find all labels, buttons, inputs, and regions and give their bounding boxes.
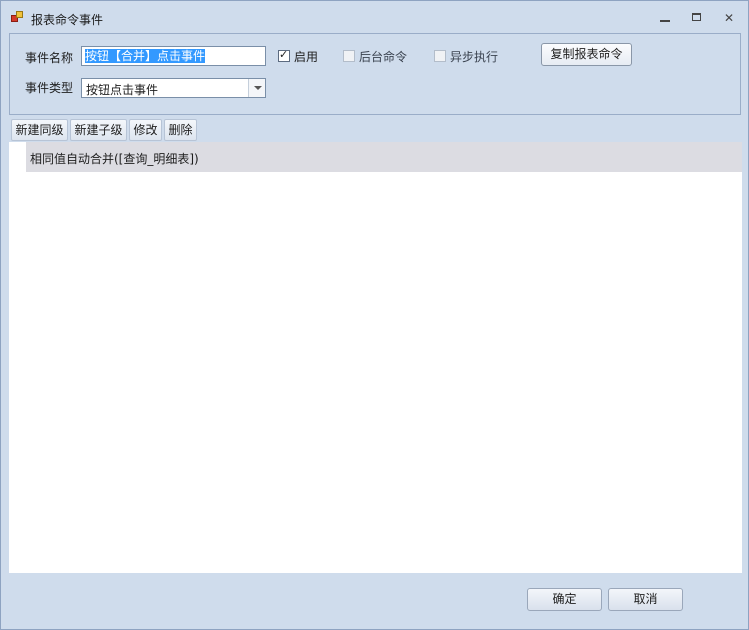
cancel-button[interactable]: 取消 (608, 588, 683, 611)
event-type-label: 事件类型 (25, 81, 74, 95)
list-item-label: 相同值自动合并([查询_明细表]) (30, 152, 199, 166)
ok-button[interactable]: 确定 (527, 588, 602, 611)
footer-bar: 确定 取消 (9, 573, 742, 623)
dialog-window: 报表命令事件 ✕ 事件名称 按钮【合并】点击事件 启用 后台命令 异步执行 复制… (0, 0, 749, 630)
list-item[interactable]: 相同值自动合并([查询_明细表]) (26, 142, 742, 172)
async-execute-checkbox[interactable] (434, 50, 446, 62)
chevron-down-icon[interactable] (248, 79, 265, 97)
command-list[interactable]: 相同值自动合并([查询_明细表]) (9, 142, 742, 573)
window-title: 报表命令事件 (31, 13, 104, 27)
new-sibling-button[interactable]: 新建同级 (11, 119, 68, 141)
edit-button[interactable]: 修改 (129, 119, 162, 141)
minimize-icon (660, 20, 670, 22)
async-execute-label: 异步执行 (450, 50, 499, 64)
enable-checkbox[interactable] (278, 48, 290, 62)
close-icon: ✕ (723, 11, 735, 25)
maximize-button[interactable] (687, 9, 707, 27)
copy-report-command-button[interactable]: 复制报表命令 (541, 43, 632, 66)
background-command-label: 后台命令 (359, 50, 408, 64)
enable-label: 启用 (294, 50, 319, 64)
new-child-button[interactable]: 新建子级 (70, 119, 127, 141)
event-type-value: 按钮点击事件 (86, 83, 159, 97)
title-bar: 报表命令事件 ✕ (1, 1, 748, 35)
maximize-icon (692, 13, 701, 21)
event-name-label: 事件名称 (25, 51, 74, 65)
delete-button[interactable]: 删除 (164, 119, 197, 141)
event-settings-panel: 事件名称 按钮【合并】点击事件 启用 后台命令 异步执行 复制报表命令 事件类型… (9, 33, 741, 115)
event-name-value: 按钮【合并】点击事件 (85, 49, 206, 63)
background-command-checkbox[interactable] (343, 50, 355, 62)
event-type-select[interactable]: 按钮点击事件 (81, 78, 266, 98)
minimize-button[interactable] (655, 9, 675, 27)
event-name-input[interactable]: 按钮【合并】点击事件 (81, 46, 266, 66)
close-button[interactable]: ✕ (719, 9, 739, 27)
app-icon (11, 11, 25, 23)
